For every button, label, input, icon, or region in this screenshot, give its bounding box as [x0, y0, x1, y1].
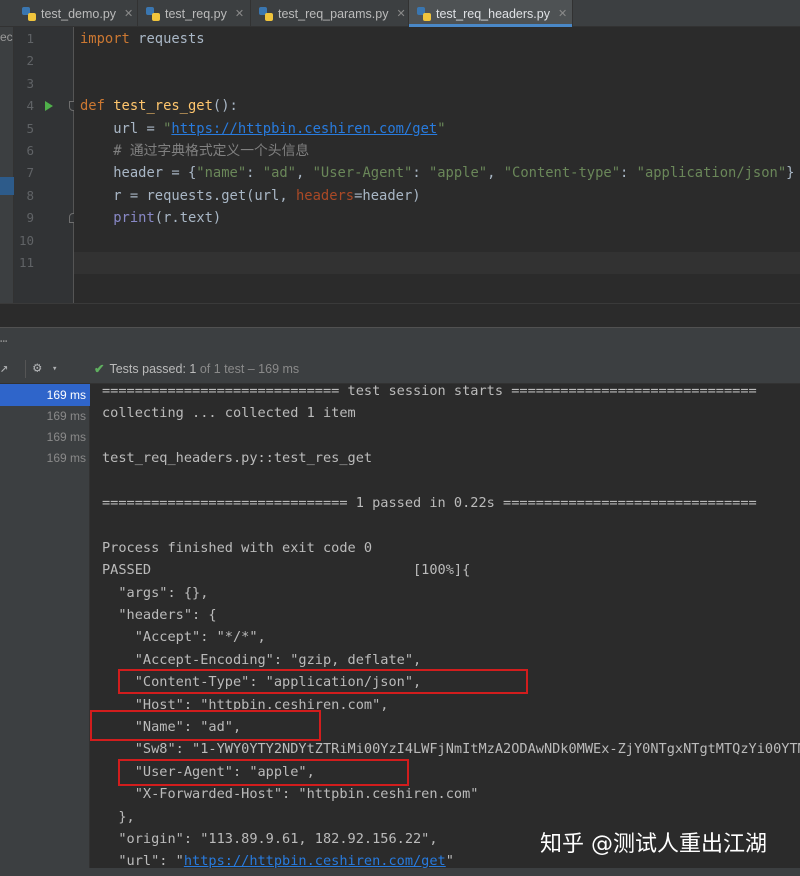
- highlight-box-content-type: [118, 669, 528, 694]
- close-icon[interactable]: ✕: [235, 7, 244, 20]
- test-tree-row[interactable]: 169 ms: [0, 426, 90, 448]
- console-output[interactable]: ============================= test sessi…: [90, 384, 800, 876]
- code-line: print(r.text): [113, 210, 222, 227]
- tab-test-req[interactable]: test_req.py ✕: [138, 0, 251, 27]
- selected-file-marker: [0, 177, 14, 195]
- code-editor[interactable]: import requests def test_res_get(): url …: [74, 27, 800, 303]
- code-line: header = {"name": "ad", "User-Agent": "a…: [80, 165, 795, 182]
- tool-window-bar: [0, 868, 800, 876]
- console-line: "origin": "113.89.9.61, 182.92.156.22",: [102, 831, 438, 847]
- python-file-icon: [146, 6, 160, 21]
- console-line: "Accept": "*/*",: [102, 629, 266, 646]
- line-number: 8: [26, 187, 34, 203]
- console-line: PASSED [100%]{: [102, 562, 471, 579]
- watermark: 知乎 @测试人重出江湖: [540, 832, 767, 857]
- test-tree-row[interactable]: 169 ms: [0, 405, 90, 427]
- tab-label: test_req_headers.py: [436, 6, 550, 21]
- line-number: 10: [18, 232, 34, 248]
- tab-label: test_req_params.py: [278, 6, 389, 21]
- close-icon[interactable]: ✕: [558, 7, 567, 20]
- test-tree-row[interactable]: 169 ms: [0, 447, 90, 469]
- console-line: ============================== 1 passed …: [102, 495, 757, 511]
- tab-test-req-params[interactable]: test_req_params.py ✕: [251, 0, 409, 27]
- console-line: "Sw8": "1-YWY0YTY2NDYtZTRiMi00YzI4LWFjNm…: [102, 741, 800, 758]
- highlight-box-user-agent: [118, 759, 409, 786]
- line-number: 4: [26, 98, 34, 114]
- code-line: r = requests.get(url, headers=header): [80, 187, 421, 204]
- url-link[interactable]: https://httpbin.ceshiren.com/get: [184, 853, 446, 869]
- gear-icon[interactable]: ⚙: [33, 360, 41, 376]
- run-test-icon[interactable]: [45, 101, 53, 111]
- line-number-gutter: 1 2 3 4 5 6 7 8 9 10 11: [14, 27, 78, 303]
- console-line: "args": {},: [102, 584, 209, 601]
- python-file-icon: [259, 6, 273, 21]
- tab-test-req-headers[interactable]: test_req_headers.py ✕: [409, 0, 573, 27]
- console-line: ============================= test sessi…: [102, 384, 757, 399]
- drag-handle-icon[interactable]: ⋯: [0, 334, 8, 348]
- console-line: "Accept-Encoding": "gzip, deflate",: [102, 651, 422, 668]
- highlight-box-name: [90, 710, 321, 741]
- toolbar-separator: [25, 360, 26, 378]
- line-number: 6: [26, 143, 34, 158]
- editor-bottom-area: [0, 303, 800, 327]
- project-panel-edge: ec: [0, 27, 14, 327]
- check-icon: ✔: [94, 362, 105, 376]
- line-number: 7: [26, 165, 34, 181]
- tab-label: test_req.py: [165, 6, 227, 21]
- export-icon[interactable]: ↗: [0, 360, 8, 376]
- line-number: 5: [26, 120, 34, 136]
- console-line: "headers": {: [102, 607, 217, 623]
- line-number: 1: [26, 31, 34, 46]
- code-comment: # 通过字典格式定义一个头信息: [80, 143, 310, 159]
- panel-splitter[interactable]: ⋯: [0, 327, 800, 354]
- tab-test-demo[interactable]: test_demo.py ✕: [14, 0, 138, 27]
- test-status: ✔ Tests passed: 1 of 1 test – 169 ms: [94, 362, 300, 376]
- line-number: 11: [18, 255, 34, 270]
- code-line: import requests: [80, 31, 205, 47]
- test-results-tree: 169 ms 169 ms 169 ms 169 ms: [0, 384, 90, 876]
- code-line: def test_res_get():: [80, 98, 238, 115]
- close-icon[interactable]: ✕: [396, 7, 405, 20]
- chevron-down-icon[interactable]: ▾: [52, 364, 57, 374]
- close-icon[interactable]: ✕: [124, 7, 133, 20]
- current-line-highlight: [74, 252, 800, 275]
- code-line: url = "https://httpbin.ceshiren.com/get": [80, 120, 446, 137]
- editor-tab-bar: test_demo.py ✕ test_req.py ✕ test_req_pa…: [0, 0, 800, 27]
- test-tree-row[interactable]: 169 ms: [0, 384, 90, 406]
- console-line: "X-Forwarded-Host": "httpbin.ceshiren.co…: [102, 786, 479, 803]
- project-panel-label: ec: [0, 30, 13, 44]
- python-file-icon: [22, 6, 36, 21]
- console-line: collecting ... collected 1 item: [102, 405, 356, 422]
- line-number: 3: [26, 75, 34, 91]
- run-toolbar: ↗ ⚙ ▾ ✔ Tests passed: 1 of 1 test – 169 m…: [0, 354, 800, 384]
- line-number: 9: [26, 210, 34, 226]
- console-line: },: [102, 808, 135, 825]
- console-line: Process finished with exit code 0: [102, 539, 373, 556]
- line-number: 2: [26, 53, 34, 69]
- tab-label: test_demo.py: [41, 6, 117, 21]
- python-file-icon: [417, 6, 431, 21]
- url-link[interactable]: https://httpbin.ceshiren.com/get: [171, 121, 437, 137]
- console-line: test_req_headers.py::test_res_get: [102, 450, 373, 467]
